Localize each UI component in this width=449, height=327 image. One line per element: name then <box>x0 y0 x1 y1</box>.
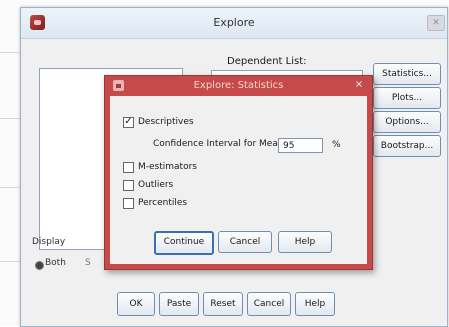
display-option-fragment: S <box>85 258 91 268</box>
ok-button[interactable]: OK <box>117 292 155 316</box>
display-label: Display <box>32 237 66 247</box>
display-both-label: Both <box>45 258 66 268</box>
outliers-checkbox[interactable] <box>123 180 134 191</box>
outliers-label: Outliers <box>138 180 174 190</box>
m-estimators-checkbox[interactable] <box>123 162 134 173</box>
statistics-dialog: Explore: Statistics × ✓ Descriptives Con… <box>104 75 373 270</box>
continue-button[interactable]: Continue <box>154 231 214 255</box>
help-button[interactable]: Help <box>278 231 332 253</box>
paste-button[interactable]: Paste <box>159 292 199 316</box>
plots-button[interactable]: Plots... <box>373 87 441 109</box>
cancel-button[interactable]: Cancel <box>247 292 291 316</box>
percentiles-checkbox[interactable] <box>123 198 134 209</box>
help-button[interactable]: Help <box>295 292 335 316</box>
cancel-button[interactable]: Cancel <box>218 231 272 253</box>
confidence-interval-input[interactable]: 95 <box>278 138 323 153</box>
explore-title: Explore <box>213 16 255 29</box>
close-icon[interactable]: × <box>353 79 365 91</box>
options-button[interactable]: Options... <box>373 111 441 133</box>
descriptives-label: Descriptives <box>138 117 194 127</box>
confidence-interval-label: Confidence Interval for Mean: <box>153 139 287 149</box>
statistics-titlebar: Explore: Statistics × <box>105 76 372 96</box>
dependent-list-label: Dependent List: <box>227 56 307 67</box>
m-estimators-label: M-estimators <box>138 162 197 172</box>
checkmark-icon: ✓ <box>124 116 133 127</box>
percent-sign: % <box>332 140 341 150</box>
close-icon[interactable]: ✕ <box>427 15 445 31</box>
statistics-title: Explore: Statistics <box>193 80 284 91</box>
sheet-gridline <box>0 52 20 53</box>
reset-button[interactable]: Reset <box>203 292 243 316</box>
display-both-radio[interactable] <box>35 261 44 270</box>
statistics-body: ✓ Descriptives Confidence Interval for M… <box>110 96 367 264</box>
percentiles-label: Percentiles <box>138 198 188 208</box>
sheet-gridline <box>0 187 20 188</box>
sheet-gridline <box>0 261 20 262</box>
statistics-button[interactable]: Statistics... <box>373 63 441 85</box>
descriptives-checkbox[interactable]: ✓ <box>123 117 134 128</box>
sheet-gridline <box>0 118 20 119</box>
bootstrap-button[interactable]: Bootstrap... <box>373 135 441 157</box>
explore-titlebar: Explore ✕ <box>21 8 447 39</box>
